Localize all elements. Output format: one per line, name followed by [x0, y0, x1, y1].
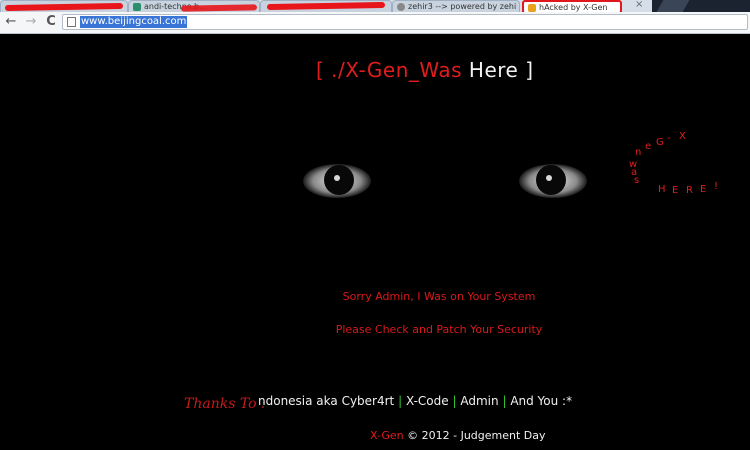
redaction-scribble — [266, 1, 386, 11]
headline-main: [ ./X-Gen_Was — [316, 58, 463, 82]
credit-item: X-Code — [405, 394, 449, 408]
spiral-letter: n — [635, 147, 642, 158]
credit-separator: | — [398, 394, 403, 408]
reload-button[interactable]: C — [44, 15, 58, 29]
page-content: [ ./X-Gen_Was Here ] X - G e n w a s H E… — [0, 34, 750, 450]
redaction-scribble — [4, 2, 124, 12]
spiral-letter: ! — [714, 181, 719, 192]
credit-item: Admin — [460, 394, 499, 408]
credit-item: And You :* — [510, 394, 573, 408]
tab-hacked-by-xgen[interactable]: hAcked by X-Gen — [522, 0, 622, 12]
sorry-admin-message: Sorry Admin, I Was on Your System — [342, 290, 536, 303]
redaction-scribble — [180, 4, 258, 12]
tab-zehir3[interactable]: zehir3 --> powered by zehi — [392, 0, 520, 12]
url-text[interactable]: www.beijingcoal.com — [80, 16, 188, 28]
page-headline: [ ./X-Gen_Was Here ] — [316, 58, 534, 82]
tab-label: zehir3 --> powered by zehi — [408, 2, 517, 11]
spiral-letter: - — [667, 133, 671, 144]
patch-security-message: Please Check and Patch Your Security — [335, 323, 543, 336]
back-button[interactable]: ← — [4, 15, 18, 29]
spiral-letter: R — [686, 185, 693, 196]
page-icon — [67, 17, 76, 27]
tab-andi-techno[interactable]: andi-techno.b... — [128, 0, 260, 12]
forward-button[interactable]: → — [24, 15, 38, 29]
right-eye-image — [519, 164, 587, 198]
spiral-letter: E — [700, 184, 707, 195]
spiral-letter: H — [658, 184, 666, 195]
window-controls-area — [652, 0, 750, 12]
address-bar[interactable]: www.beijingcoal.com — [62, 14, 748, 30]
tab-strip: andi-techno.b... zehir3 --> powered by z… — [0, 0, 750, 12]
browser-toolbar: ← → C www.beijingcoal.com — [0, 12, 750, 34]
spiral-letter: s — [634, 175, 640, 186]
spiral-letter: X — [679, 131, 686, 142]
tab-close-icon[interactable]: × — [635, 0, 643, 10]
credit-item: ndonesia aka Cyber4rt — [258, 394, 395, 408]
footer-text: © 2012 - Judgement Day — [407, 429, 546, 442]
credit-separator: | — [452, 394, 457, 408]
globe-icon — [397, 3, 405, 11]
tab-hidden-1[interactable] — [0, 0, 128, 12]
favicon-icon — [528, 4, 536, 12]
left-eye-image — [303, 164, 371, 198]
credit-separator: | — [502, 394, 507, 408]
spiral-text: X - G e n w a s H E R E ! — [625, 131, 735, 201]
page-footer: X-Gen © 2012 - Judgement Day — [370, 429, 546, 442]
tab-hidden-2[interactable] — [260, 0, 392, 12]
favicon-icon — [133, 3, 141, 11]
tab-label: hAcked by X-Gen — [539, 3, 608, 12]
spiral-letter: e — [645, 141, 652, 152]
credits-line: ndonesia aka Cyber4rt | X-Code | Admin |… — [258, 394, 572, 408]
thanks-label: Thanks To : — [184, 396, 266, 412]
footer-brand: X-Gen — [370, 429, 404, 442]
spiral-letter: E — [672, 185, 679, 196]
spiral-letter: G — [656, 137, 664, 148]
headline-here: Here ] — [468, 58, 534, 82]
